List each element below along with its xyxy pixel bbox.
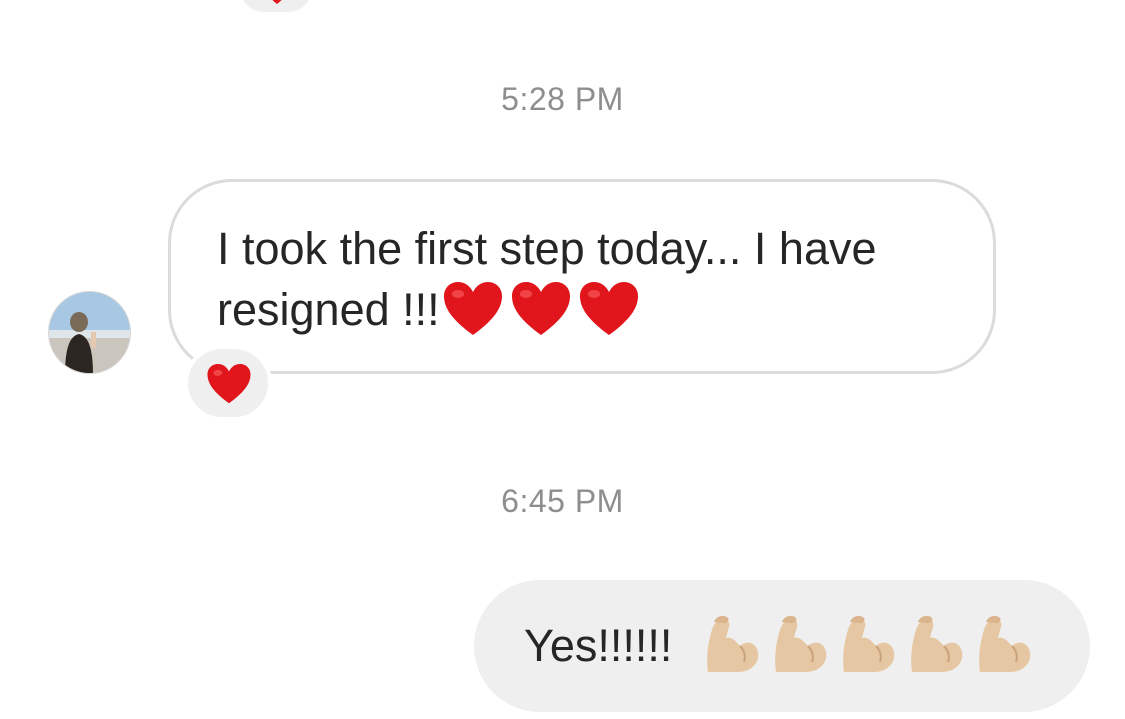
- message-timestamp: 5:28 PM: [501, 81, 624, 117]
- avatar[interactable]: [48, 291, 131, 374]
- chat-thread: 5:28 PM I took the first step today... I…: [0, 0, 1125, 719]
- heart-icon: [443, 282, 502, 335]
- heart-icon: [579, 282, 638, 335]
- incoming-message-bubble[interactable]: I took the first step today... I have re…: [168, 179, 996, 374]
- flexed-biceps-icon: [843, 615, 895, 672]
- heart-icon: [267, 0, 287, 6]
- flexed-biceps-icon: [979, 615, 1031, 672]
- outgoing-message-text: Yes!!!!!!: [524, 620, 673, 671]
- previous-message-reaction[interactable]: [236, 0, 316, 16]
- inline-emoji-group: [442, 281, 640, 337]
- message-timestamp: 6:45 PM: [501, 483, 624, 519]
- outgoing-message-bubble[interactable]: Yes!!!!!!: [474, 580, 1090, 712]
- avatar-photo: [49, 292, 130, 373]
- heart-icon: [511, 282, 570, 335]
- flexed-biceps-icon: [911, 615, 963, 672]
- flexed-biceps-icon: [707, 615, 759, 672]
- message-reaction[interactable]: [184, 345, 272, 421]
- incoming-message-text: I took the first step today... I have re…: [217, 218, 957, 340]
- heart-icon: [207, 363, 251, 404]
- outgoing-emoji-group: [702, 612, 1034, 676]
- flexed-biceps-icon: [775, 615, 827, 672]
